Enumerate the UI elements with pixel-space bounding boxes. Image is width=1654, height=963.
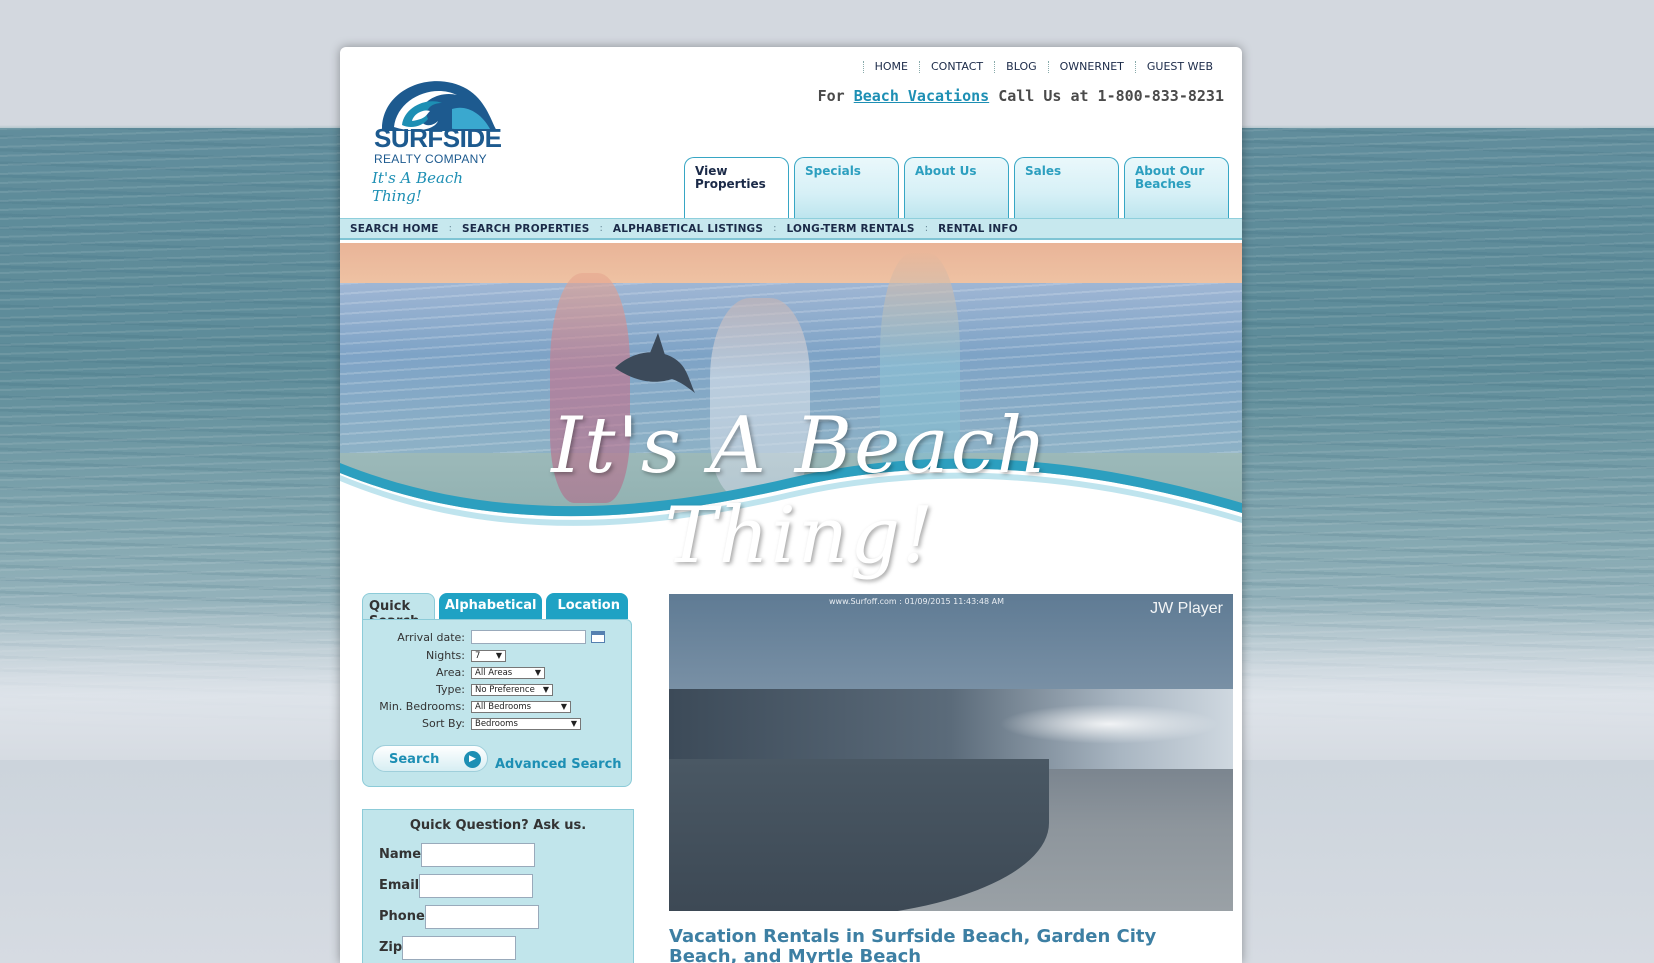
top-nav-ownernet[interactable]: OWNERNET: [1047, 61, 1135, 73]
phone-row: Phone: [379, 901, 617, 932]
name-label: Name: [379, 847, 422, 862]
calendar-icon[interactable]: [591, 631, 605, 643]
tab-about-us[interactable]: About Us: [904, 157, 1009, 218]
phone-label: Phone: [379, 909, 425, 924]
dropdown-arrow-icon: ▼: [534, 667, 541, 677]
bedrooms-value: All Bedrooms: [475, 701, 532, 712]
page-container: SURFSIDE REALTY COMPANY It's A Beach Thi…: [340, 47, 1242, 963]
type-select[interactable]: No Preference ▼: [471, 683, 553, 696]
nights-row: Nights: 7 ▼: [373, 647, 621, 664]
tab-location[interactable]: Location: [546, 593, 628, 619]
sort-select[interactable]: Bedrooms ▼: [471, 717, 581, 730]
subnav-alphabetical-listings[interactable]: ALPHABETICAL LISTINGS: [613, 223, 763, 235]
site-logo[interactable]: SURFSIDE REALTY COMPANY It's A Beach Thi…: [372, 69, 512, 205]
type-value: No Preference: [475, 684, 535, 695]
subnav-separator: :: [773, 223, 777, 234]
main-tabs: View Properties Specials About Us Sales …: [684, 157, 1234, 219]
logo-name: SURFSIDE: [374, 123, 502, 153]
tab-sales[interactable]: Sales: [1014, 157, 1119, 218]
tab-quick-search[interactable]: Quick Search: [362, 593, 435, 629]
search-button[interactable]: Search ▶: [372, 745, 488, 772]
nights-select[interactable]: 7 ▼: [471, 649, 506, 662]
bedrooms-label: Min. Bedrooms:: [379, 700, 465, 713]
tab-alphabetical[interactable]: Alphabetical: [438, 593, 543, 619]
dolphin-icon: [615, 333, 695, 393]
type-row: Type: No Preference ▼: [373, 681, 621, 698]
quick-question-form: Quick Question? Ask us. Name Email Phone…: [362, 809, 634, 963]
top-nav-guest-web[interactable]: GUEST WEB: [1134, 61, 1224, 73]
advanced-search-link[interactable]: Advanced Search: [495, 757, 622, 772]
quick-search-form: Arrival date: Nights: 7 ▼ Area: All Areas…: [362, 619, 632, 787]
tab-about-our-beaches[interactable]: About Our Beaches: [1124, 157, 1229, 218]
subnav-long-term-rentals[interactable]: LONG-TERM RENTALS: [787, 223, 915, 235]
dropdown-arrow-icon: ▼: [560, 701, 567, 711]
email-label: Email: [379, 878, 420, 893]
hero-banner: It's A Beach Thing!: [340, 243, 1242, 593]
name-field[interactable]: [421, 842, 536, 867]
arrival-row: Arrival date:: [373, 627, 621, 647]
call-prefix: For: [817, 87, 845, 105]
email-row: Email: [379, 870, 617, 901]
sub-nav: SEARCH HOME : SEARCH PROPERTIES : ALPHAB…: [340, 218, 1242, 240]
jw-player-logo[interactable]: JW Player: [1150, 600, 1223, 618]
dropdown-arrow-icon: ▼: [570, 718, 577, 728]
quick-search-widget: Quick Search Alphabetical Location Arriv…: [362, 593, 632, 787]
arrival-label: Arrival date:: [397, 630, 465, 644]
name-row: Name: [379, 839, 617, 870]
phone-field[interactable]: [424, 904, 539, 929]
zip-row: Zip: [379, 932, 617, 963]
logo-subtitle: REALTY COMPANY: [374, 152, 487, 166]
subnav-separator: :: [448, 223, 453, 234]
top-nav: HOME CONTACT BLOG OWNERNET GUEST WEB: [862, 61, 1224, 73]
top-nav-home[interactable]: HOME: [862, 61, 919, 73]
subnav-search-home[interactable]: SEARCH HOME: [350, 223, 439, 235]
video-timestamp: www.Surfoff.com : 01/09/2015 11:43:48 AM: [829, 597, 1005, 606]
dropdown-arrow-icon: ▼: [495, 650, 502, 660]
quick-search-tabs: Quick Search Alphabetical Location: [362, 593, 632, 629]
logo-tagline: It's A Beach Thing!: [372, 169, 464, 205]
tab-view-properties[interactable]: View Properties: [684, 157, 789, 219]
video-sun-glare: [999, 704, 1219, 744]
subnav-rental-info[interactable]: RENTAL INFO: [938, 223, 1018, 235]
nights-value: 7: [475, 650, 481, 661]
dropdown-arrow-icon: ▼: [542, 684, 549, 694]
sort-label: Sort By:: [421, 717, 465, 730]
top-nav-blog[interactable]: BLOG: [994, 61, 1047, 73]
nights-label: Nights:: [426, 649, 465, 662]
page-heading: Vacation Rentals in Surfside Beach, Gard…: [669, 926, 1157, 963]
subnav-separator: :: [599, 223, 603, 234]
hero-tagline: It's A Beach Thing!: [551, 401, 1049, 581]
area-row: Area: All Areas ▼: [373, 664, 621, 681]
tab-specials[interactable]: Specials: [794, 157, 899, 218]
area-select[interactable]: All Areas ▼: [471, 666, 545, 679]
top-nav-contact[interactable]: CONTACT: [918, 61, 994, 73]
sort-value: Bedrooms: [475, 718, 518, 729]
email-field[interactable]: [419, 873, 534, 898]
arrival-date-input[interactable]: [471, 630, 586, 644]
webcam-video-player[interactable]: www.Surfoff.com : 01/09/2015 11:43:48 AM…: [669, 594, 1233, 911]
bedrooms-row: Min. Bedrooms: All Bedrooms ▼: [373, 698, 621, 715]
play-arrow-icon: ▶: [464, 751, 481, 768]
subnav-separator: :: [924, 223, 929, 234]
area-label: Area:: [435, 666, 465, 679]
type-label: Type:: [436, 683, 465, 696]
zip-label: Zip: [379, 940, 403, 955]
video-sky: [669, 594, 1233, 694]
call-us-banner: For Beach Vacations Call Us at 1-800-833…: [818, 87, 1224, 105]
area-value: All Areas: [475, 667, 513, 678]
subnav-search-properties[interactable]: SEARCH PROPERTIES: [462, 223, 590, 235]
sort-row: Sort By: Bedrooms ▼: [373, 715, 621, 732]
quick-question-title: Quick Question? Ask us.: [409, 818, 587, 833]
zip-field[interactable]: [402, 935, 517, 960]
call-phone: Call Us at 1-800-833-8231: [998, 87, 1224, 105]
beach-vacations-link[interactable]: Beach Vacations: [854, 87, 989, 105]
search-button-label: Search: [389, 752, 440, 767]
bedrooms-select[interactable]: All Bedrooms ▼: [471, 700, 571, 713]
